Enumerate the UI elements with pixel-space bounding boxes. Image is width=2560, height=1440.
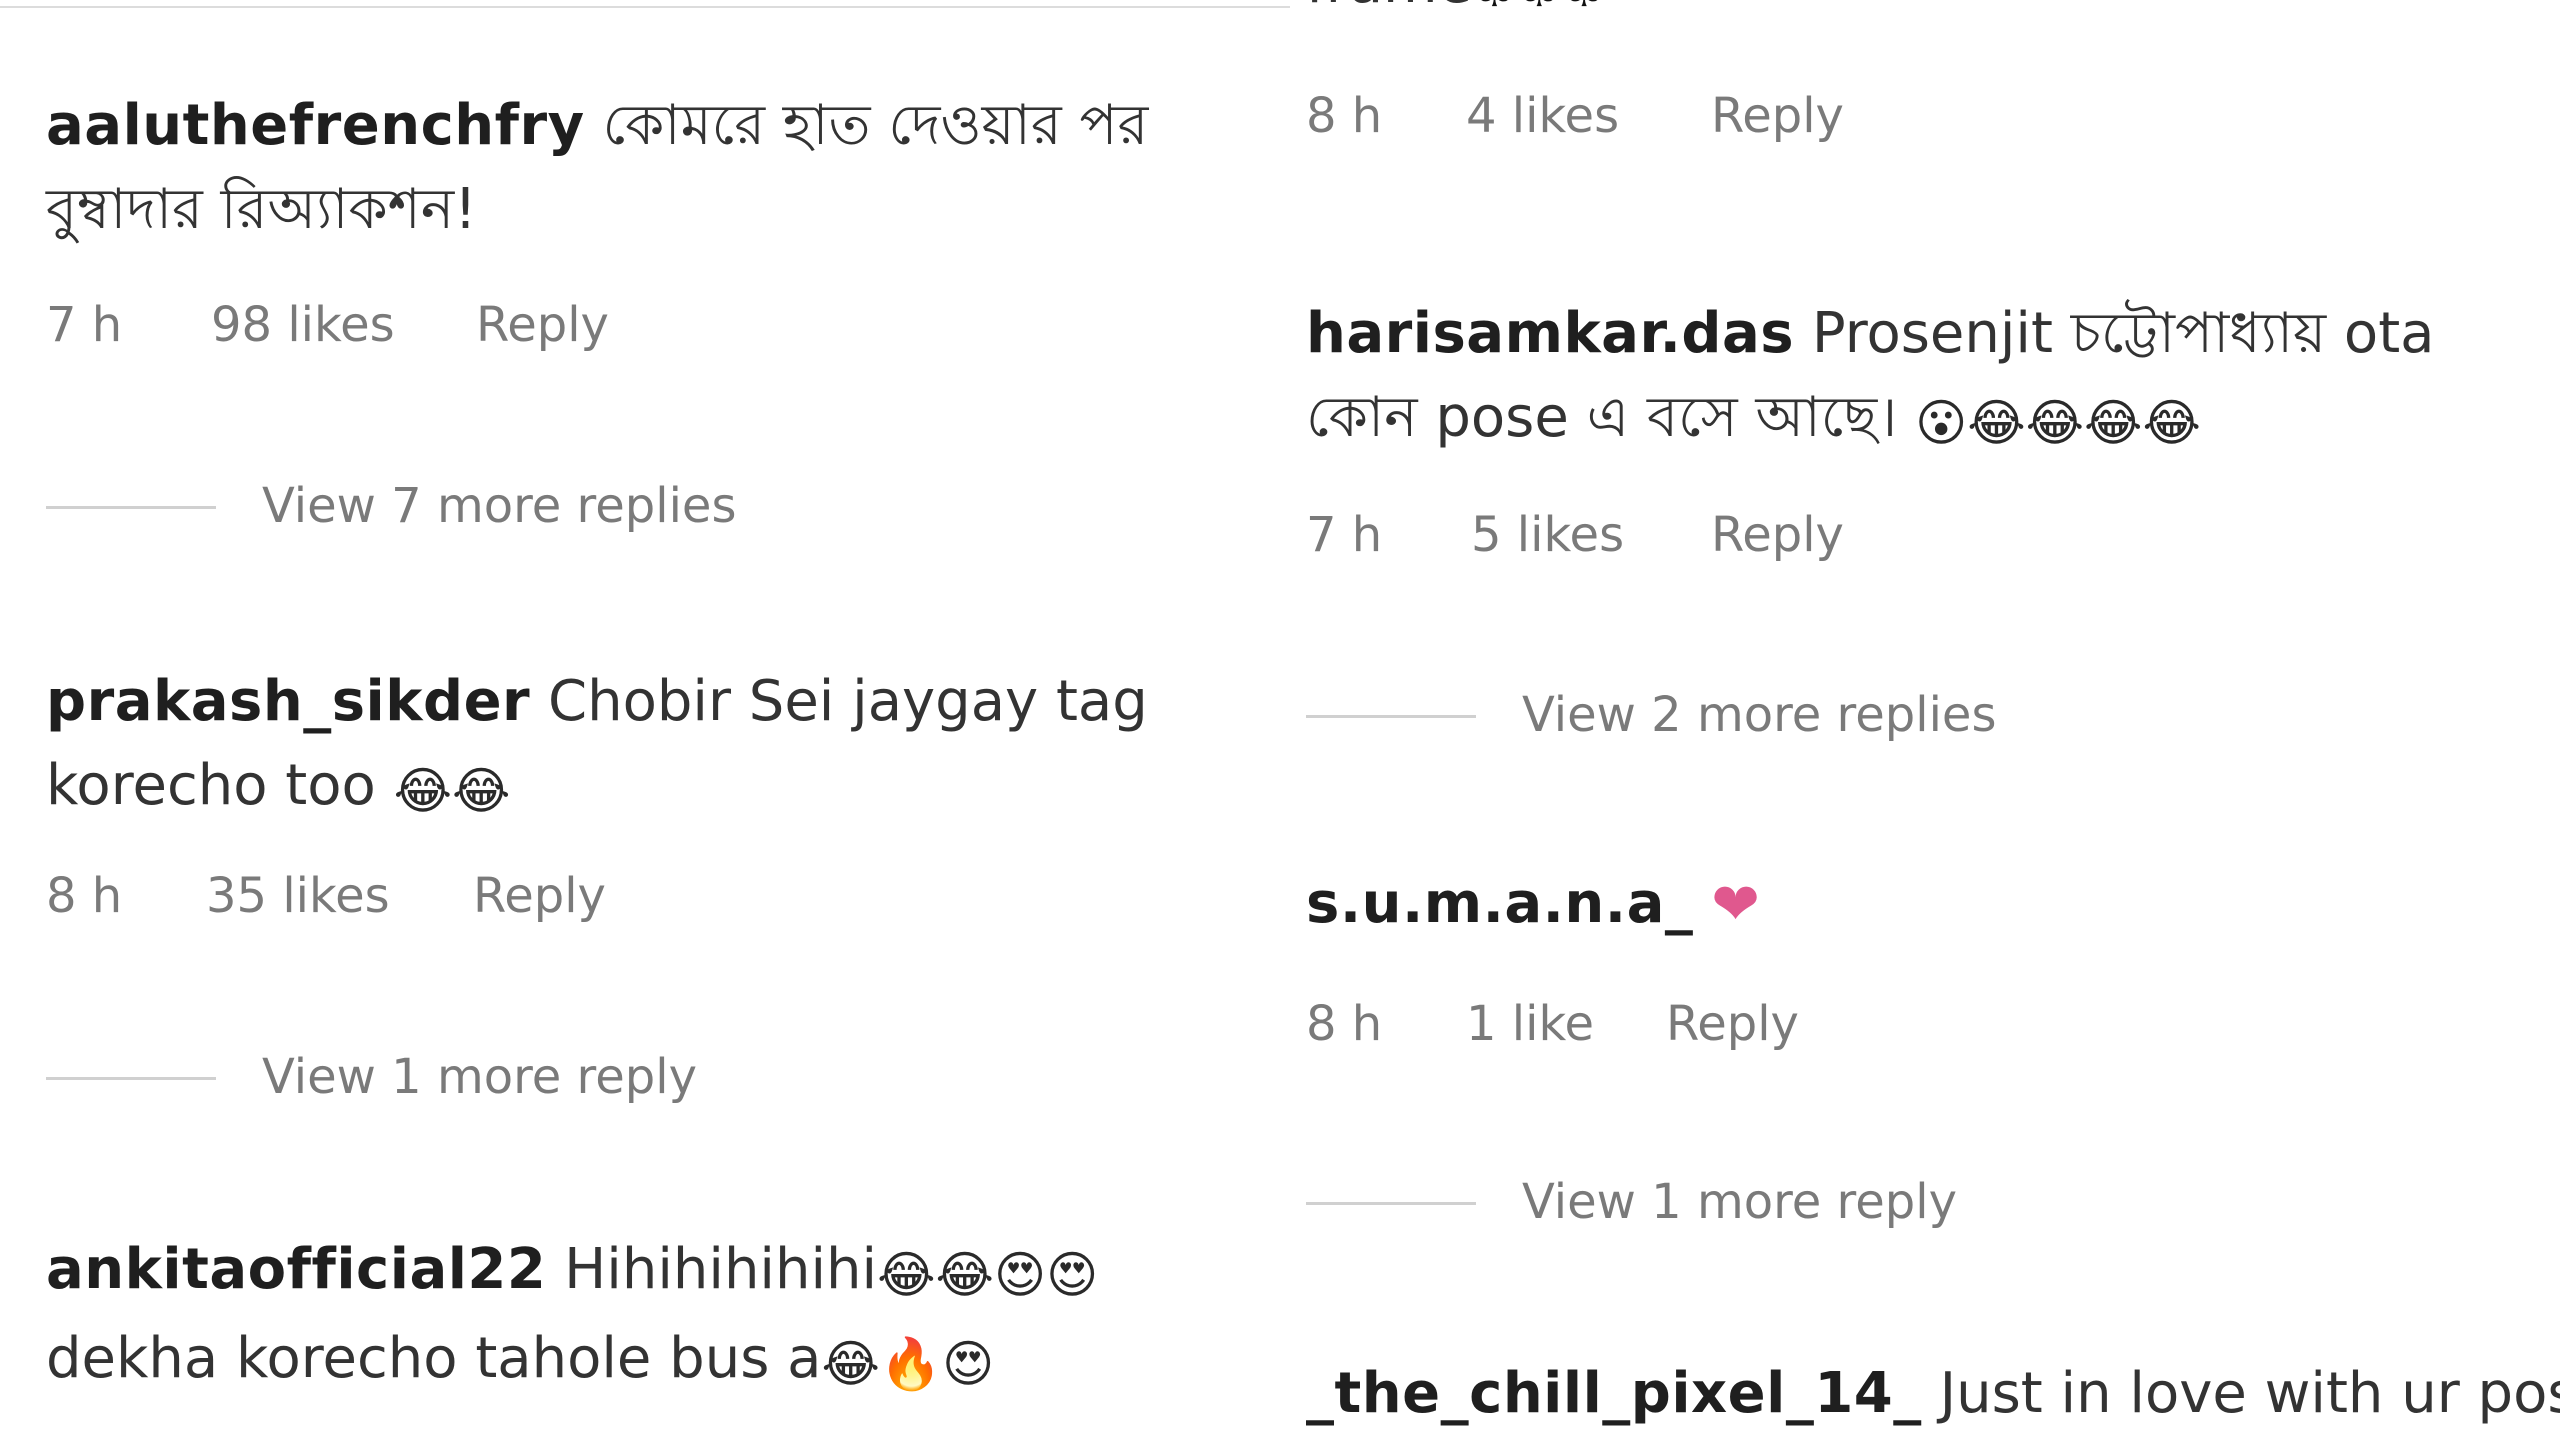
comment-item: harisamkar.das Prosenjit চট্টোপাধ্যায় o… — [1306, 292, 2560, 465]
comment-likes[interactable]: 98 likes — [211, 295, 395, 355]
replies-line — [46, 1077, 216, 1080]
reply-button[interactable]: Reply — [473, 866, 606, 926]
comment-username[interactable]: s.u.m.a.n.a_ — [1306, 871, 1693, 936]
comment-body: frame — [1306, 0, 1472, 16]
comments-column-left: aaluthefrenchfry কোমরে হাত দেওয়ার পর বু… — [0, 0, 1290, 1440]
comment-time: 8 h — [1306, 996, 1383, 1052]
view-more-replies-link[interactable]: View 2 more replies — [1522, 685, 1996, 745]
comment-likes[interactable]: 35 likes — [206, 866, 390, 926]
comment-item: s.u.m.a.n.a_ ❤ — [1306, 862, 2560, 946]
divider — [0, 6, 1290, 8]
comment-username[interactable]: aaluthefrenchfry — [46, 93, 585, 158]
comment-body-continued: dekha korecho tahole bus a — [46, 1326, 822, 1391]
comment-time: 8 h — [46, 868, 123, 924]
comment-item: aaluthefrenchfry কোমরে হাত দেওয়ার পর বু… — [46, 84, 1250, 252]
comment-meta: 7 h 98 likes Reply — [46, 295, 746, 355]
comment-username[interactable]: harisamkar.das — [1306, 301, 1794, 366]
comment-time: 8 h — [1306, 88, 1383, 144]
view-more-replies-link[interactable]: View 1 more reply — [262, 1047, 697, 1107]
laughing-emoji-icon: 😮😂😂😂😂 — [1915, 394, 2201, 452]
view-replies-row[interactable]: View 1 more reply — [1306, 1172, 2106, 1232]
view-more-replies-link[interactable]: View 7 more replies — [262, 476, 736, 536]
replies-line — [46, 506, 216, 509]
emoji-group-icon: 😂🔥😍 — [821, 1335, 995, 1393]
comment-likes[interactable]: 5 likes — [1471, 505, 1624, 565]
view-replies-row[interactable]: View 7 more replies — [46, 476, 846, 536]
club-emoji-icon: ♣♣♣ — [1472, 0, 1606, 18]
comment-text-block: ankitaofficial22 Hihihihihihi😂😂😍😍 dekha k… — [46, 1228, 1250, 1406]
emoji-group-icon: 😂😂😍😍 — [877, 1246, 1099, 1304]
comment-likes[interactable]: 4 likes — [1466, 86, 1619, 146]
view-replies-row[interactable]: View 2 more replies — [1306, 685, 2106, 745]
comment-meta: 8 h 4 likes Reply — [1306, 86, 2006, 146]
reply-button[interactable]: Reply — [476, 295, 609, 355]
comment-meta: 8 h 35 likes Reply — [46, 866, 746, 926]
comment-likes[interactable]: 1 like — [1466, 994, 1594, 1054]
view-more-replies-link[interactable]: View 1 more reply — [1522, 1172, 1957, 1232]
comment-item: frame♣♣♣ — [1306, 0, 2560, 31]
comment-text-block: frame♣♣♣ — [1306, 0, 2560, 31]
reply-button[interactable]: Reply — [1666, 994, 1799, 1054]
comment-meta: 8 h 1 like Reply — [1306, 994, 2006, 1054]
replies-line — [1306, 1202, 1476, 1205]
reply-button[interactable]: Reply — [1711, 86, 1844, 146]
laughing-emoji-icon: 😂😂 — [393, 762, 511, 820]
comment-text-block: _the_chill_pixel_14_ Just in love with u… — [1306, 1352, 2560, 1436]
comment-item: ankitaofficial22 Hihihihihihi😂😂😍😍 dekha k… — [46, 1228, 1250, 1406]
comment-text-block: s.u.m.a.n.a_ ❤ — [1306, 862, 2560, 946]
comment-username[interactable]: ankitaofficial22 — [46, 1237, 546, 1302]
comment-text-block: harisamkar.das Prosenjit চট্টোপাধ্যায় o… — [1306, 292, 2560, 465]
comment-item: prakash_sikder Chobir Sei jaygay tag kor… — [46, 660, 1250, 833]
comment-time: 7 h — [46, 297, 123, 353]
comment-body: Just in love with ur posts n — [1939, 1361, 2560, 1426]
comment-username[interactable]: prakash_sikder — [46, 669, 530, 734]
reply-button[interactable]: Reply — [1711, 505, 1844, 565]
view-replies-row[interactable]: View 1 more reply — [46, 1047, 846, 1107]
comment-meta: 7 h 5 likes Reply — [1306, 505, 2006, 565]
heart-icon: ❤ — [1711, 870, 1760, 938]
comment-text-block: prakash_sikder Chobir Sei jaygay tag kor… — [46, 660, 1250, 833]
replies-line — [1306, 715, 1476, 718]
comment-body: Hihihihihihi — [564, 1237, 878, 1302]
comment-text-block: aaluthefrenchfry কোমরে হাত দেওয়ার পর বু… — [46, 84, 1250, 252]
comments-column-right: frame♣♣♣ 8 h 4 likes Reply harisamkar.da… — [1290, 0, 2560, 1440]
comment-time: 7 h — [1306, 507, 1383, 563]
comment-item: _the_chill_pixel_14_ Just in love with u… — [1306, 1352, 2560, 1436]
comment-username[interactable]: _the_chill_pixel_14_ — [1306, 1361, 1922, 1426]
